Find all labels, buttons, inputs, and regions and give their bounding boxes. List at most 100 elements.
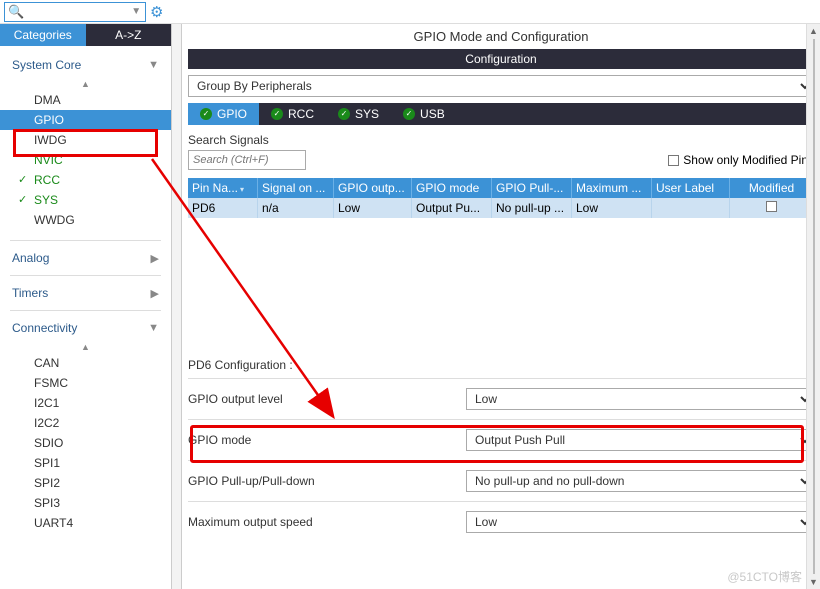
cfg-output-level: GPIO output level Low <box>188 385 814 413</box>
cfg-pull-select[interactable]: No pull-up and no pull-down <box>466 470 814 492</box>
sidebar: Categories A->Z System Core ▼ ▲ DMA GPIO… <box>0 24 172 589</box>
sidebar-item-rcc[interactable]: ✓RCC <box>0 170 171 190</box>
section-analog[interactable]: Analog ▶ <box>0 245 171 271</box>
col-signal[interactable]: Signal on ... <box>258 178 334 198</box>
ptab-usb[interactable]: ✓USB <box>391 103 457 125</box>
page-title: GPIO Mode and Configuration <box>182 24 820 49</box>
scroll-up-icon[interactable]: ▲ <box>809 24 818 38</box>
ptab-sys[interactable]: ✓SYS <box>326 103 391 125</box>
groupby-row: Group By Peripherals <box>188 75 814 97</box>
cfg-label: GPIO mode <box>188 433 458 447</box>
topbar: 🔍 ▼ ⚙ <box>0 0 820 24</box>
cell-signal: n/a <box>258 198 334 218</box>
watermark: @51CTO博客 <box>727 568 802 585</box>
pd6-config-header: PD6 Configuration : <box>188 358 814 372</box>
cell-mode: Output Pu... <box>412 198 492 218</box>
ptab-gpio[interactable]: ✓GPIO <box>188 103 259 125</box>
cell-out: Low <box>334 198 412 218</box>
sidebar-item-gpio[interactable]: GPIO <box>0 110 171 130</box>
check-icon: ✓ <box>18 192 27 208</box>
show-modified-toggle[interactable]: Show only Modified Pins <box>668 153 814 167</box>
cfg-max-speed-select[interactable]: Low <box>466 511 814 533</box>
cell-max: Low <box>572 198 652 218</box>
cell-pin: PD6 <box>188 198 258 218</box>
cfg-gpio-mode-select[interactable]: Output Push Pull <box>466 429 814 451</box>
cell-pull: No pull-up ... <box>492 198 572 218</box>
col-pin-name[interactable]: Pin Na...▾ <box>188 178 258 198</box>
search-signals-input[interactable] <box>188 150 306 170</box>
check-icon: ✓ <box>18 172 27 188</box>
sidebar-item-spi1[interactable]: SPI1 <box>0 453 171 473</box>
cfg-label: GPIO Pull-up/Pull-down <box>188 474 458 488</box>
cfg-gpio-mode: GPIO mode Output Push Pull <box>188 426 814 454</box>
col-modified[interactable]: Modified <box>730 178 814 198</box>
chevron-down-icon: ▼ <box>148 59 159 71</box>
scroll-down-icon[interactable]: ▼ <box>809 575 818 589</box>
chevron-down-icon[interactable]: ▼ <box>127 6 145 17</box>
sidebar-item-uart4[interactable]: UART4 <box>0 513 171 533</box>
cfg-output-level-select[interactable]: Low <box>466 388 814 410</box>
col-gpio-out[interactable]: GPIO outp... <box>334 178 412 198</box>
groupby-select[interactable]: Group By Peripherals <box>188 75 814 97</box>
sidebar-item-spi2[interactable]: SPI2 <box>0 473 171 493</box>
search-icon: 🔍 <box>5 4 27 20</box>
configuration-header: Configuration <box>188 49 814 69</box>
section-connectivity[interactable]: Connectivity ▼ <box>0 315 171 341</box>
checkbox-icon[interactable] <box>668 155 679 166</box>
tab-az[interactable]: A->Z <box>86 24 172 46</box>
section-label: Analog <box>12 251 49 265</box>
sidebar-item-sys[interactable]: ✓SYS <box>0 190 171 210</box>
chevron-down-icon: ▼ <box>148 322 159 334</box>
sidebar-item-spi3[interactable]: SPI3 <box>0 493 171 513</box>
sidebar-item-can[interactable]: CAN <box>0 353 171 373</box>
section-timers[interactable]: Timers ▶ <box>0 280 171 306</box>
sort-icon: ▾ <box>240 185 244 194</box>
global-search-input[interactable] <box>27 5 127 19</box>
search-signals-label: Search Signals <box>188 133 814 147</box>
table-row[interactable]: PD6 n/a Low Output Pu... No pull-up ... … <box>188 198 814 218</box>
peripheral-tabs: ✓GPIO ✓RCC ✓SYS ✓USB <box>188 103 814 125</box>
col-max[interactable]: Maximum ... <box>572 178 652 198</box>
tab-categories[interactable]: Categories <box>0 24 86 46</box>
col-gpio-pull[interactable]: GPIO Pull-... <box>492 178 572 198</box>
cell-user <box>652 198 730 218</box>
cell-modified[interactable] <box>730 198 814 218</box>
grid-header: Pin Na...▾ Signal on ... GPIO outp... GP… <box>188 178 814 198</box>
sidebar-item-nvic[interactable]: NVIC <box>0 150 171 170</box>
check-icon: ✓ <box>200 108 212 120</box>
check-icon: ✓ <box>271 108 283 120</box>
check-icon: ✓ <box>403 108 415 120</box>
checkbox-icon[interactable] <box>766 201 777 212</box>
gear-icon[interactable]: ⚙ <box>150 3 163 21</box>
sidebar-item-dma[interactable]: DMA <box>0 90 171 110</box>
sidebar-item-iwdg[interactable]: IWDG <box>0 130 171 150</box>
global-search[interactable]: 🔍 ▼ <box>4 2 146 22</box>
cfg-label: Maximum output speed <box>188 515 458 529</box>
splitter[interactable] <box>172 24 182 589</box>
cfg-pull: GPIO Pull-up/Pull-down No pull-up and no… <box>188 467 814 495</box>
sidebar-item-i2c1[interactable]: I2C1 <box>0 393 171 413</box>
collapse-up-icon[interactable]: ▲ <box>0 78 171 90</box>
ptab-rcc[interactable]: ✓RCC <box>259 103 326 125</box>
sidebar-item-fsmc[interactable]: FSMC <box>0 373 171 393</box>
col-gpio-mode[interactable]: GPIO mode <box>412 178 492 198</box>
cfg-label: GPIO output level <box>188 392 458 406</box>
sidebar-tabbar: Categories A->Z <box>0 24 171 46</box>
chevron-right-icon: ▶ <box>151 252 159 265</box>
section-label: Connectivity <box>12 321 77 335</box>
sidebar-item-wwdg[interactable]: WWDG <box>0 210 171 230</box>
scroll-thumb[interactable] <box>813 39 815 574</box>
scrollbar[interactable]: ▲ ▼ <box>806 24 820 589</box>
sidebar-item-i2c2[interactable]: I2C2 <box>0 413 171 433</box>
section-system-core[interactable]: System Core ▼ <box>0 52 171 78</box>
col-user-label[interactable]: User Label <box>652 178 730 198</box>
pin-grid: Pin Na...▾ Signal on ... GPIO outp... GP… <box>188 178 814 218</box>
check-icon: ✓ <box>338 108 350 120</box>
chevron-right-icon: ▶ <box>151 287 159 300</box>
sidebar-item-sdio[interactable]: SDIO <box>0 433 171 453</box>
section-label: Timers <box>12 286 48 300</box>
cfg-max-speed: Maximum output speed Low <box>188 508 814 536</box>
section-label: System Core <box>12 58 81 72</box>
collapse-up-icon[interactable]: ▲ <box>0 341 171 353</box>
content: GPIO Mode and Configuration Configuratio… <box>182 24 820 589</box>
